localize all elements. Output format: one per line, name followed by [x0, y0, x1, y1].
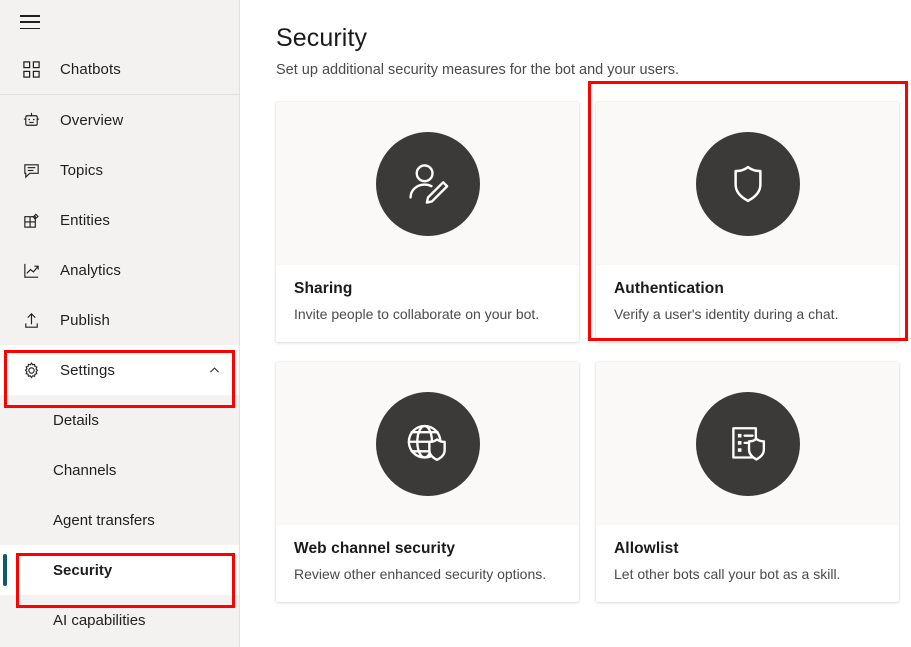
app-root: Chatbots Overview [0, 0, 911, 647]
card-media [596, 102, 899, 265]
hamburger-menu-wrap [0, 0, 239, 44]
list-shield-icon [696, 392, 800, 496]
card-body: Web channel security Review other enhanc… [276, 525, 579, 602]
sidebar-item-entities[interactable]: Entities [0, 195, 239, 245]
card-sharing[interactable]: Sharing Invite people to collaborate on … [276, 102, 579, 342]
sidebar-subitem-label: Channels [53, 462, 116, 479]
grid-icon [20, 58, 42, 80]
sidebar-item-publish[interactable]: Publish [0, 295, 239, 345]
card-title: Authentication [614, 280, 881, 298]
card-description: Review other enhanced security options. [294, 565, 561, 584]
sidebar-item-agent-transfers[interactable]: Agent transfers [0, 495, 239, 545]
sidebar: Chatbots Overview [0, 0, 240, 647]
card-media [596, 362, 899, 525]
card-description: Let other bots call your bot as a skill. [614, 565, 881, 584]
bot-icon [20, 109, 42, 131]
gear-icon [20, 359, 42, 381]
sidebar-subitem-label: Security [53, 562, 112, 579]
page-title: Security [276, 22, 911, 54]
card-body: Allowlist Let other bots call your bot a… [596, 525, 899, 602]
card-authentication[interactable]: Authentication Verify a user's identity … [596, 102, 899, 342]
sidebar-item-details[interactable]: Details [0, 395, 239, 445]
card-title: Allowlist [614, 540, 881, 558]
sidebar-item-label: Settings [60, 362, 115, 379]
chat-icon [20, 159, 42, 181]
card-body: Sharing Invite people to collaborate on … [276, 265, 579, 342]
card-title: Web channel security [294, 540, 561, 558]
card-web-channel-security[interactable]: Web channel security Review other enhanc… [276, 362, 579, 602]
card-description: Verify a user's identity during a chat. [614, 305, 881, 324]
sidebar-item-settings[interactable]: Settings [0, 345, 239, 395]
sidebar-subitem-label: Agent transfers [53, 512, 155, 529]
selection-indicator [3, 554, 7, 586]
shield-icon [696, 132, 800, 236]
security-card-grid: Sharing Invite people to collaborate on … [276, 102, 911, 602]
card-description: Invite people to collaborate on your bot… [294, 305, 561, 324]
sidebar-subitem-label: AI capabilities [53, 612, 146, 629]
sidebar-item-overview[interactable]: Overview [0, 95, 239, 145]
sidebar-item-label: Overview [60, 112, 123, 129]
sidebar-item-topics[interactable]: Topics [0, 145, 239, 195]
sidebar-item-chatbots[interactable]: Chatbots [0, 44, 239, 94]
sidebar-item-label: Topics [60, 162, 103, 179]
person-edit-icon [376, 132, 480, 236]
card-body: Authentication Verify a user's identity … [596, 265, 899, 342]
sidebar-item-ai-capabilities[interactable]: AI capabilities [0, 595, 239, 645]
chevron-up-icon[interactable] [207, 363, 221, 377]
card-media [276, 102, 579, 265]
entities-icon [20, 209, 42, 231]
page-subtitle: Set up additional security measures for … [276, 60, 911, 80]
main-content: Security Set up additional security meas… [240, 0, 911, 647]
card-title: Sharing [294, 280, 561, 298]
sidebar-subitem-label: Details [53, 412, 99, 429]
sidebar-item-channels[interactable]: Channels [0, 445, 239, 495]
sidebar-item-label: Chatbots [60, 61, 121, 78]
publish-icon [20, 309, 42, 331]
sidebar-item-analytics[interactable]: Analytics [0, 245, 239, 295]
sidebar-item-label: Entities [60, 212, 110, 229]
globe-shield-icon [376, 392, 480, 496]
sidebar-item-label: Analytics [60, 262, 121, 279]
hamburger-icon[interactable] [20, 15, 40, 29]
sidebar-item-security[interactable]: Security [0, 545, 239, 595]
card-allowlist[interactable]: Allowlist Let other bots call your bot a… [596, 362, 899, 602]
analytics-icon [20, 259, 42, 281]
sidebar-item-label: Publish [60, 312, 110, 329]
card-media [276, 362, 579, 525]
